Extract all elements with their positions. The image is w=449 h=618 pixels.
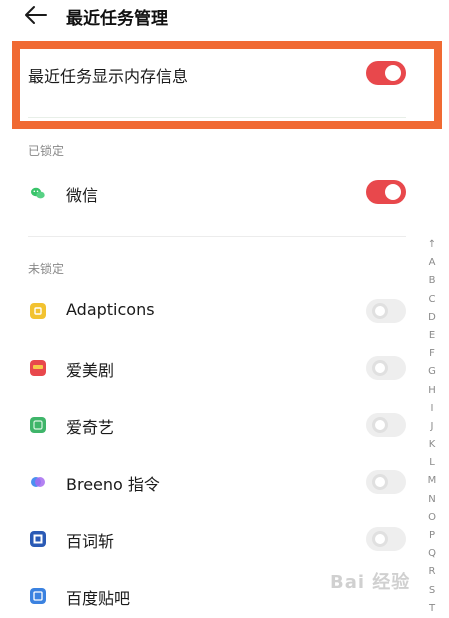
index-letter[interactable]: M (424, 472, 440, 490)
app-name: 百度贴吧 (66, 589, 131, 608)
watermark: Bai 经验 (330, 572, 411, 593)
memory-info-label: 最近任务显示内存信息 (28, 67, 189, 86)
memory-info-toggle[interactable] (366, 61, 406, 85)
app-name: 爱奇艺 (66, 418, 115, 437)
breeno-icon (31, 477, 45, 487)
list-item-iqiyi: 爱奇艺 (0, 405, 420, 445)
iqiyi-icon (30, 417, 46, 433)
index-letter[interactable]: T (424, 600, 440, 618)
index-letter[interactable]: C (424, 291, 440, 309)
index-letter[interactable]: N (424, 491, 440, 509)
app-name: Breeno 指令 (66, 475, 160, 494)
aimeiju-icon (30, 360, 46, 376)
aimeiju-lock-toggle[interactable] (366, 356, 406, 380)
app-name: Adapticons (66, 300, 155, 319)
list-item-breeno: Breeno 指令 (0, 462, 420, 502)
index-letter[interactable]: D (424, 309, 440, 327)
list-item-aimeiju: 爱美剧 (0, 348, 420, 388)
index-letter[interactable]: K (424, 436, 440, 454)
index-letter[interactable]: L (424, 454, 440, 472)
app-name: 爱美剧 (66, 361, 115, 380)
list-item-baicizhan: 百词斩 (0, 519, 420, 559)
index-letter[interactable]: F (424, 345, 440, 363)
index-letter[interactable]: E (424, 327, 440, 345)
locked-section-title: 已锁定 (28, 144, 65, 158)
baicizhan-icon (30, 531, 46, 547)
page-title: 最近任务管理 (66, 9, 168, 29)
divider (28, 117, 406, 118)
unlocked-section-title: 未锁定 (28, 262, 65, 276)
index-letter[interactable]: J (424, 418, 440, 436)
index-letter[interactable]: B (424, 272, 440, 290)
back-arrow-icon[interactable] (24, 5, 48, 25)
wechat-lock-toggle[interactable] (366, 180, 406, 204)
baicizhan-lock-toggle[interactable] (366, 527, 406, 551)
index-letter[interactable]: A (424, 254, 440, 272)
divider (28, 236, 406, 237)
list-item-wechat: 微信 (0, 173, 420, 213)
index-letter[interactable]: P (424, 527, 440, 545)
top-bar: 最近任务管理 (0, 0, 449, 36)
app-name: 微信 (66, 186, 99, 205)
index-letter[interactable]: Q (424, 545, 440, 563)
index-letter[interactable]: R (424, 563, 440, 581)
index-letter[interactable]: S (424, 582, 440, 600)
tieba-icon (30, 588, 46, 604)
app-name: 百词斩 (66, 532, 115, 551)
index-letter[interactable]: ↑ (424, 236, 440, 254)
adapticons-lock-toggle[interactable] (366, 299, 406, 323)
iqiyi-lock-toggle[interactable] (366, 413, 406, 437)
index-letter[interactable]: G (424, 363, 440, 381)
adapticons-icon (30, 303, 46, 319)
wechat-icon (31, 187, 45, 199)
index-letter[interactable]: O (424, 509, 440, 527)
list-item-adapticons: Adapticons (0, 291, 420, 331)
index-letter[interactable]: I (424, 400, 440, 418)
index-letter[interactable]: H (424, 382, 440, 400)
breeno-lock-toggle[interactable] (366, 470, 406, 494)
alphabet-index-bar[interactable]: ↑ A B C D E F G H I J K L M N O P Q R S … (424, 236, 440, 618)
